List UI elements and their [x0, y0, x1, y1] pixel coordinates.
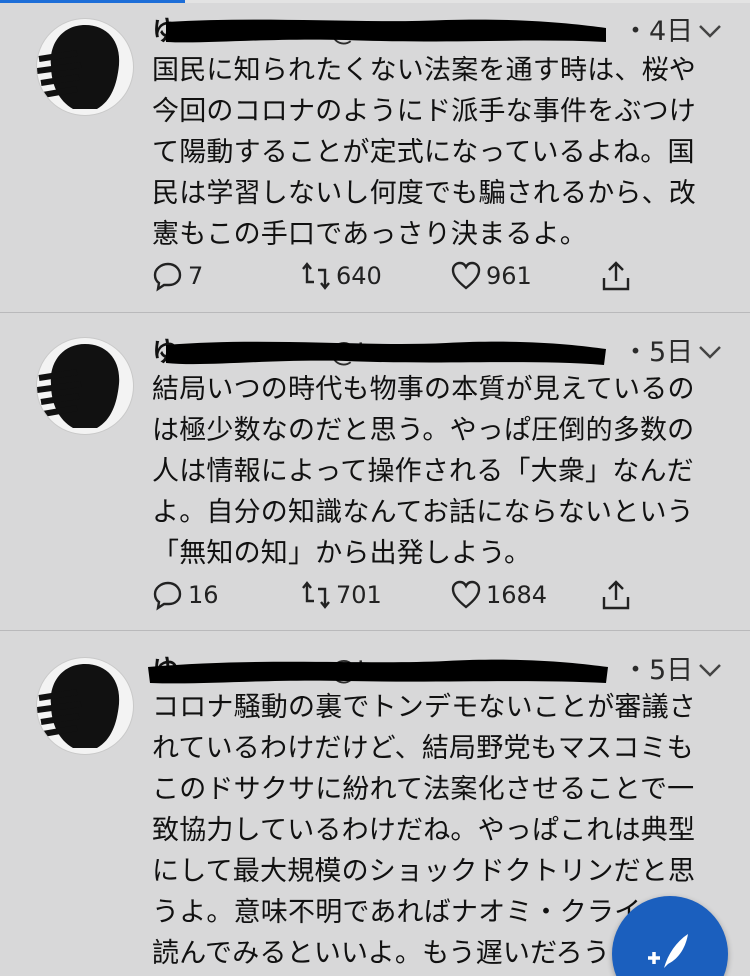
avatar-image: [37, 664, 120, 748]
tweet-header: ゆ @t ・5日: [152, 333, 750, 373]
reply-button[interactable]: 7: [152, 258, 203, 294]
compose-tweet-icon: [648, 934, 688, 968]
reply-icon: [153, 581, 182, 611]
share-icon: [602, 580, 630, 610]
tweet-header: ゆ @t ・4日: [152, 12, 750, 52]
tweet-header: ゆ @t ・5日: [148, 651, 750, 691]
share-button[interactable]: [600, 577, 632, 613]
tweet-text: 国民に知られたくない法案を通す時は、桜や 今回のコロナのようにド派手な事件をぶつ…: [152, 55, 696, 250]
like-count: 961: [486, 262, 532, 290]
tweet[interactable]: ゆ @t ・4日 国民に知られたくない法案を通す時は、桜や 今回のコロナのように…: [0, 0, 750, 312]
like-button[interactable]: 961: [450, 258, 532, 294]
like-button[interactable]: 1684: [450, 577, 547, 613]
reply-icon: [153, 262, 182, 292]
avatar[interactable]: [36, 18, 134, 116]
like-count: 1684: [486, 581, 548, 609]
retweet-button[interactable]: 701: [300, 577, 382, 613]
tweet-timestamp[interactable]: ・4日: [622, 12, 693, 52]
chevron-down-icon[interactable]: [697, 341, 723, 363]
retweet-count: 640: [336, 262, 382, 290]
avatar-image: [37, 344, 120, 428]
redaction-scribble: [166, 19, 606, 43]
tweet-actions: 7 640 961: [152, 258, 652, 294]
reply-button[interactable]: 16: [152, 577, 219, 613]
tweet-actions: 16 701 1684: [152, 577, 652, 613]
avatar[interactable]: [36, 657, 134, 755]
share-button[interactable]: [600, 258, 632, 294]
reply-count: 7: [188, 262, 204, 290]
tweet-timestamp[interactable]: ・5日: [622, 333, 693, 373]
tweet-text: 結局いつの時代も物事の本質が見えているの は極少数なのだと思う。やっぱ圧倒的多数…: [152, 374, 695, 569]
heart-icon: [451, 580, 481, 609]
redaction-scribble: [148, 659, 608, 684]
retweet-icon: [302, 262, 330, 290]
chevron-down-icon[interactable]: [697, 659, 723, 681]
share-icon: [602, 261, 630, 291]
retweet-icon: [302, 581, 330, 609]
timeline: ゆ @t ・4日 国民に知られたくない法案を通す時は、桜や 今回のコロナのように…: [0, 0, 750, 976]
tweet[interactable]: ゆ @t ・5日 結局いつの時代も物事の本質が見えているの は極少数なのだと思う…: [0, 312, 750, 631]
chevron-down-icon[interactable]: [697, 20, 723, 42]
avatar[interactable]: [36, 337, 134, 435]
retweet-count: 701: [336, 581, 382, 609]
avatar-image: [37, 25, 120, 109]
reply-count: 16: [188, 581, 219, 609]
retweet-button[interactable]: 640: [300, 258, 382, 294]
heart-icon: [451, 261, 481, 290]
redaction-scribble: [166, 341, 606, 365]
tweet-timestamp[interactable]: ・5日: [622, 651, 693, 691]
